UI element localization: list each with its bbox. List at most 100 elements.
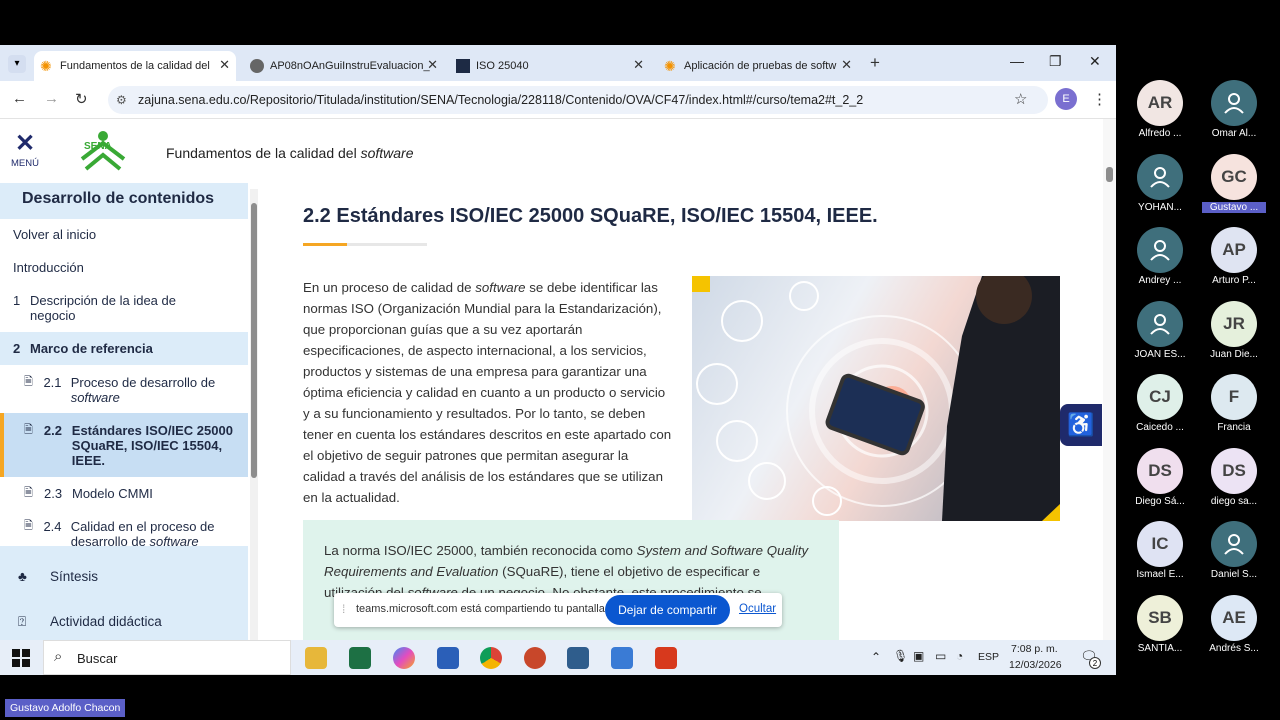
battery-icon[interactable]: ▭: [935, 649, 946, 663]
restore-icon[interactable]: ❐: [1049, 53, 1062, 70]
tab-search-chevron-icon[interactable]: ▾: [8, 55, 26, 73]
participant-name: Francia: [1217, 422, 1251, 433]
drag-handle-icon[interactable]: ⁞: [342, 602, 345, 616]
participant-tile[interactable]: CJ Caicedo ...: [1120, 374, 1200, 433]
file-explorer-icon[interactable]: [305, 647, 327, 669]
reload-icon[interactable]: ↻: [75, 90, 88, 108]
participant-tile[interactable]: YOHAN...: [1120, 153, 1200, 213]
minimize-icon[interactable]: —: [1010, 53, 1024, 69]
participant-tile[interactable]: SB SANTIA...: [1120, 594, 1200, 654]
wifi-icon[interactable]: ◔: [956, 649, 963, 663]
search-placeholder: Buscar: [77, 651, 118, 666]
more-menu-icon[interactable]: ⋮: [1092, 90, 1107, 108]
app-update-icon[interactable]: [611, 647, 633, 669]
forward-icon[interactable]: →: [44, 90, 59, 107]
document-icon: 🗎: [24, 487, 33, 499]
sidebar-item-2-3[interactable]: 🗎 2.3 Modelo CMMI: [0, 477, 248, 510]
participant-tile[interactable]: Andrey ...: [1120, 227, 1200, 286]
iso-definition-text: La norma ISO/IEC 25000, también reconoci…: [303, 520, 839, 603]
avatar: AP: [1211, 227, 1257, 273]
hide-link[interactable]: Ocultar: [739, 603, 776, 615]
sidebar-item-num: 2.1: [43, 375, 62, 390]
chrome-icon[interactable]: [480, 647, 502, 669]
sidebar-item-2-4[interactable]: 🗎 2.4 Calidad en el proceso de desarroll…: [0, 510, 248, 546]
tab-label: AP08nOAnGuiInstruEvaluacion_: [270, 60, 430, 72]
back-icon[interactable]: ←: [12, 90, 27, 107]
microphone-icon[interactable]: 🎙: [893, 649, 908, 663]
participant-tile[interactable]: Daniel S...: [1194, 521, 1274, 580]
app-icon[interactable]: [567, 647, 589, 669]
participant-tile[interactable]: JOAN ES...: [1120, 300, 1200, 360]
display-icon[interactable]: ▣: [913, 649, 924, 663]
new-tab-button[interactable]: +: [870, 53, 880, 73]
close-tab-icon[interactable]: ✕: [427, 57, 438, 73]
menu-button[interactable]: ✕ MENÚ: [10, 132, 40, 170]
avatar: DS: [1137, 447, 1183, 494]
sidebar-item-2-1[interactable]: 🗎 2.1 Proceso de desarrollo de software: [0, 365, 248, 413]
sidebar-item-descripcion[interactable]: 1 Descripción de la idea de negocio: [0, 284, 248, 332]
globe-icon: [250, 59, 264, 73]
sidebar-item-num: 2.3: [44, 486, 63, 501]
sidebar-item-marco[interactable]: 2 Marco de referencia: [0, 332, 248, 365]
language-indicator[interactable]: ESP: [978, 651, 999, 663]
tab-guia[interactable]: AP08nOAnGuiInstruEvaluacion_ ✕: [244, 51, 444, 81]
tab-aplicacion[interactable]: ✺ Aplicación de pruebas de softw ✕: [658, 51, 858, 81]
course-title: Fundamentos de la calidad del software: [166, 145, 414, 161]
participant-tile[interactable]: JR Juan Die...: [1194, 300, 1274, 360]
sidebar-item-em: software: [70, 390, 120, 405]
business-tablet-image: [692, 276, 1060, 521]
participant-tile[interactable]: Omar Al...: [1194, 80, 1274, 139]
clock-time[interactable]: 7:08 p. m.: [1011, 643, 1058, 655]
document-icon: 🗎: [24, 424, 33, 436]
word-icon[interactable]: [437, 647, 459, 669]
tab-iso25040[interactable]: ISO 25040 ✕: [450, 51, 650, 81]
participant-tile[interactable]: GC Gustavo ...: [1194, 153, 1274, 213]
participants-panel: AR Alfredo ... Omar Al... YOHAN... GC Gustavo…: [1118, 80, 1280, 660]
notification-count-badge: 2: [1089, 657, 1101, 669]
accessibility-button[interactable]: ♿: [1060, 404, 1102, 446]
sidebar-item-2-2[interactable]: 🗎 2.2 Estándares ISO/IEC 25000 SQuaRE, I…: [0, 413, 248, 477]
clock-date[interactable]: 12/03/2026: [1009, 659, 1062, 671]
sidebar-scroll-thumb[interactable]: [251, 203, 257, 478]
search-icon: ⌕: [54, 648, 63, 665]
pdf-reader-icon[interactable]: [655, 647, 677, 669]
close-tab-icon[interactable]: ✕: [219, 57, 230, 73]
sidebar-item-inicio[interactable]: Volver al inicio: [0, 219, 248, 251]
page-scrollbar[interactable]: [1103, 119, 1116, 675]
participant-tile[interactable]: AP Arturo P...: [1194, 227, 1274, 286]
close-tab-icon[interactable]: ✕: [841, 57, 852, 73]
participant-tile[interactable]: AR Alfredo ...: [1120, 80, 1200, 139]
sidebar-item-actividad[interactable]: ⍰ Actividad didáctica: [0, 608, 248, 640]
sidebar-item-introduccion[interactable]: Introducción: [0, 251, 248, 284]
url-text: zajuna.sena.edu.co/Repositorio/Titulada/…: [138, 93, 864, 107]
tab-fundamentos[interactable]: ✺ Fundamentos de la calidad del ✕: [34, 51, 236, 81]
close-window-icon[interactable]: ✕: [1089, 53, 1101, 70]
sidebar-item-num: 1: [13, 293, 21, 308]
stop-sharing-button[interactable]: Dejar de compartir: [605, 595, 730, 625]
close-tab-icon[interactable]: ✕: [633, 57, 644, 73]
participant-name: Ismael E...: [1136, 569, 1184, 580]
participant-tile[interactable]: IC Ismael E...: [1120, 521, 1200, 580]
taskbar-search[interactable]: ⌕ Buscar: [43, 640, 291, 675]
copilot-icon[interactable]: [393, 647, 415, 669]
person-icon: [1150, 313, 1170, 335]
page-scroll-thumb[interactable]: [1106, 167, 1113, 182]
tray-chevron-icon[interactable]: ⌃: [871, 650, 881, 664]
windows-start-icon[interactable]: [12, 649, 30, 667]
course-header: ✕ MENÚ SENA Fundamentos de la calidad de…: [0, 119, 1100, 183]
site-info-icon[interactable]: ⚙: [116, 86, 127, 114]
sidebar-item-sintesis[interactable]: ♣ Síntesis: [0, 563, 248, 595]
participant-tile[interactable]: AE Andrés S...: [1194, 594, 1274, 654]
participant-name: Andrey ...: [1138, 275, 1182, 286]
participant-tile[interactable]: DS Diego Sá...: [1120, 447, 1200, 507]
bookmark-star-icon[interactable]: ☆: [1014, 90, 1027, 108]
share-message: teams.microsoft.com está compartiendo tu…: [356, 603, 608, 615]
profile-avatar[interactable]: E: [1055, 88, 1077, 110]
course-title-text: Fundamentos de la calidad del: [166, 145, 357, 161]
participant-tile[interactable]: F Francia: [1194, 374, 1274, 433]
sidebar-scrollbar[interactable]: [250, 189, 258, 675]
powerpoint-icon[interactable]: [524, 647, 546, 669]
url-field[interactable]: ⚙ zajuna.sena.edu.co/Repositorio/Titulad…: [108, 86, 1048, 114]
excel-icon[interactable]: [349, 647, 371, 669]
participant-tile[interactable]: DS diego sa...: [1194, 447, 1274, 507]
